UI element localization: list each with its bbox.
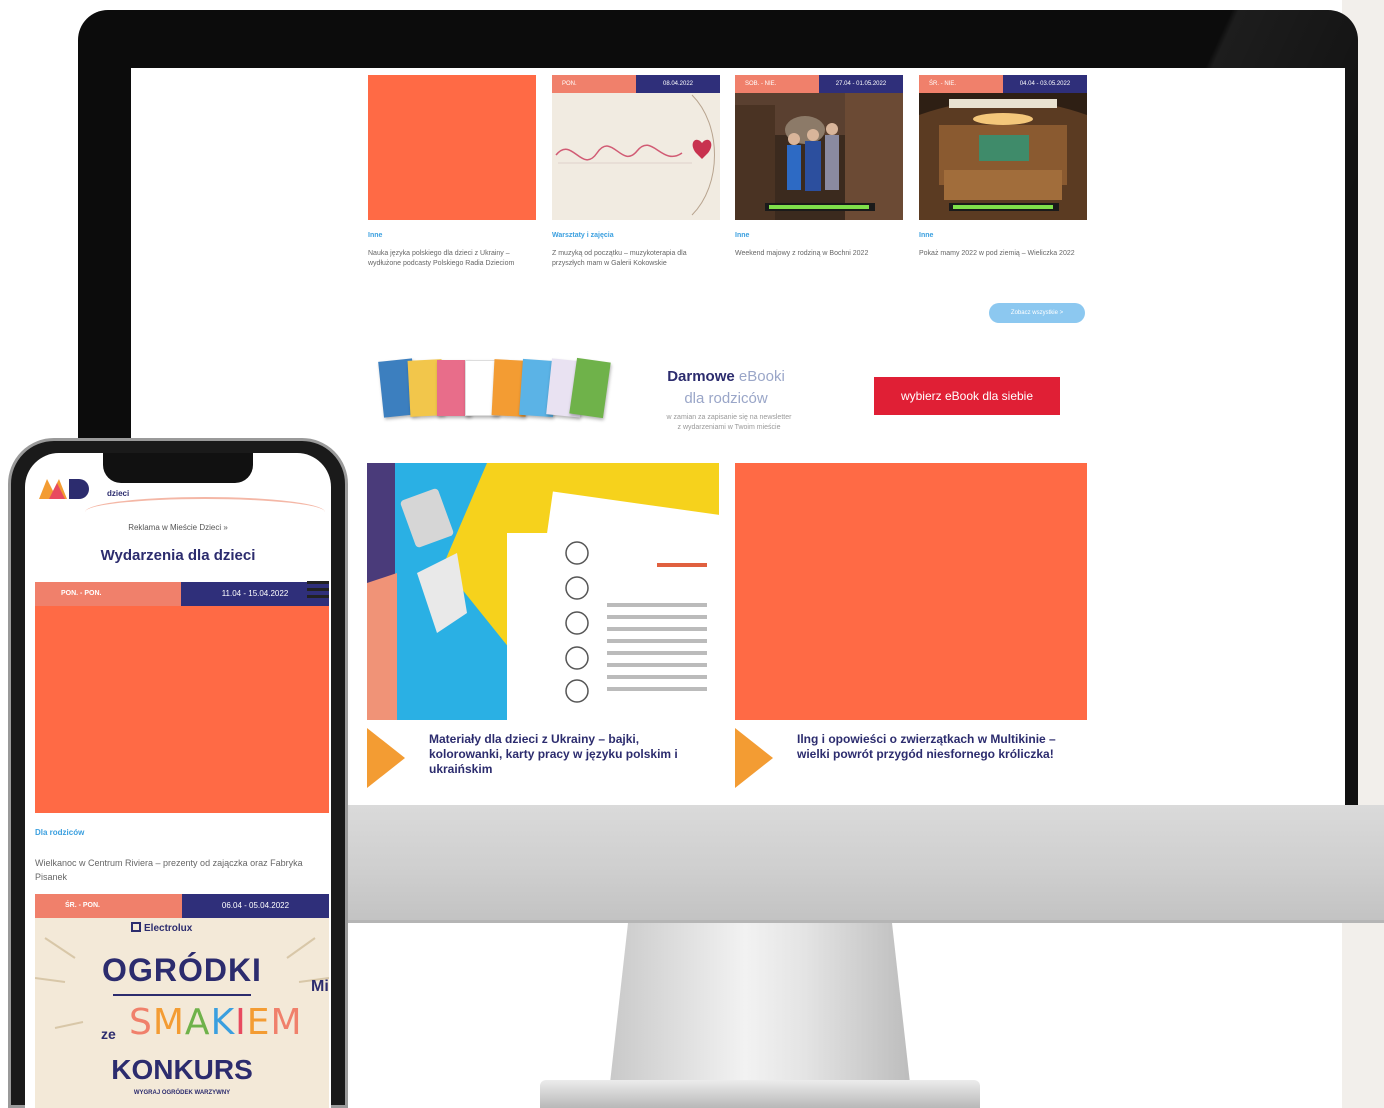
event-meta: ŚR. - PON. 06.04 - 05.04.2022	[35, 894, 329, 918]
event-image[interactable]	[35, 606, 329, 813]
choose-ebook-button[interactable]: wybierz eBook dla siebie	[874, 377, 1060, 415]
event-card-category[interactable]: Inne	[735, 232, 903, 239]
event-card-title[interactable]: Nauka języka polskiego dla dzieci z Ukra…	[368, 249, 536, 269]
event-card-image[interactable]: SOB. - NIE. 27.04 - 01.05.2022	[735, 75, 903, 220]
feature-article-image[interactable]	[735, 463, 1087, 720]
promo-konkurs: KONKURS	[111, 1054, 253, 1085]
event-card-category[interactable]: Warsztaty i zajęcia	[552, 232, 720, 239]
worksheet-photo	[367, 463, 719, 720]
event-date: 06.04 - 05.04.2022	[182, 894, 329, 918]
event-title[interactable]: Wielkanoc w Centrum Riviera – prezenty o…	[35, 856, 325, 884]
event-card-image[interactable]: ŚR. - NIE. 04.04 - 03.05.2022	[919, 75, 1087, 220]
event-card[interactable]: PON. 08.04.2022 Warsztaty i zajęcia Z mu…	[552, 75, 720, 269]
hamburger-menu-icon[interactable]	[307, 581, 329, 603]
promo-smak: SMAKIEM	[129, 1002, 303, 1043]
monitor-stand-base	[540, 1080, 980, 1108]
phone-frame: dzieci Reklama w Mieście Dzieci » Wydarz…	[8, 438, 348, 1108]
event-tag: PON.	[552, 75, 636, 93]
brand-logo: Electrolux	[131, 922, 192, 934]
logo-icon	[39, 479, 89, 499]
promo-title: OGRÓDKI	[102, 952, 262, 988]
promo-ze: ze	[101, 1026, 116, 1042]
cave-photo	[735, 75, 903, 220]
electrolux-icon	[131, 922, 141, 932]
monitor-chin	[345, 805, 1384, 923]
arrow-icon	[367, 728, 405, 788]
ebook-title: Darmowe eBooki	[667, 368, 785, 385]
ebook-subtitle: dla rodziców	[684, 390, 768, 407]
feature-article-title[interactable]: Ilng i opowieści o zwierzątkach w Multik…	[797, 732, 1067, 762]
arrow-icon	[735, 728, 773, 788]
logo-text: dzieci	[107, 489, 130, 498]
event-card[interactable]: SOB. - NIE. 27.04 - 01.05.2022 Inne Week…	[735, 75, 903, 259]
phone-notch	[103, 453, 253, 483]
ebook-covers-image	[373, 351, 611, 419]
event-card-title[interactable]: Z muzyką od początku – muzykoterapia dla…	[552, 249, 720, 269]
event-date: 08.04.2022	[636, 75, 720, 93]
event-category[interactable]: Dla rodziców	[35, 828, 84, 837]
feature-article[interactable]: Ilng i opowieści o zwierzątkach w Multik…	[735, 463, 1087, 795]
promo-subtitle: WYGRAJ OGRÓDEK WARZYWNY	[133, 1090, 231, 1096]
site-logo[interactable]	[39, 477, 99, 501]
event-card-category[interactable]: Inne	[368, 232, 536, 239]
event-meta: PON. - PON. 11.04 - 15.04.2022	[35, 582, 331, 606]
event-card-image[interactable]: PON. 08.04.2022	[552, 75, 720, 220]
event-card[interactable]: ŚR. - NIE. 04.04 - 03.05.2022 Inne Pokaż…	[919, 75, 1087, 259]
handwriting-image	[552, 75, 720, 220]
event-card-category[interactable]: Inne	[919, 232, 1087, 239]
event-tag: SOB. - NIE.	[735, 75, 819, 93]
event-card-title[interactable]: Weekend majowy z rodziną w Bochni 2022	[735, 249, 903, 259]
promo-side-text: Mi	[311, 978, 329, 995]
device-mockup: Inne Nauka języka polskiego dla dzieci z…	[0, 0, 1384, 1108]
event-card-title[interactable]: Pokaż mamy 2022 w pod ziemią – Wieliczka…	[919, 249, 1087, 259]
feature-article[interactable]: Materiały dla dzieci z Ukrainy – bajki, …	[367, 463, 719, 795]
advertise-link[interactable]: Reklama w Mieście Dzieci »	[25, 523, 331, 532]
event-tag: PON. - PON.	[35, 582, 181, 606]
event-tag: ŚR. - NIE.	[919, 75, 1003, 93]
promo-banner[interactable]: Electrolux OGRÓDKI ze SMAKIEM KONKURS WY…	[35, 918, 329, 1108]
phone-screen: dzieci Reklama w Mieście Dzieci » Wydarz…	[25, 453, 331, 1108]
event-date: 04.04 - 03.05.2022	[1003, 75, 1087, 93]
ebook-note: w zamian za zapisanie się na newsletter …	[666, 414, 792, 431]
event-card-image[interactable]	[368, 75, 536, 220]
event-tag: ŚR. - PON.	[35, 894, 182, 918]
page-heading: Wydarzenia dla dzieci	[100, 547, 256, 564]
see-all-button[interactable]: Zobacz wszystkie >	[989, 303, 1085, 323]
mine-photo	[919, 75, 1087, 220]
feature-article-title[interactable]: Materiały dla dzieci z Ukrainy – bajki, …	[429, 732, 699, 777]
feature-article-image[interactable]	[367, 463, 719, 720]
monitor-stand	[610, 923, 910, 1083]
event-card[interactable]: Inne Nauka języka polskiego dla dzieci z…	[368, 75, 536, 269]
event-date: 27.04 - 01.05.2022	[819, 75, 903, 93]
